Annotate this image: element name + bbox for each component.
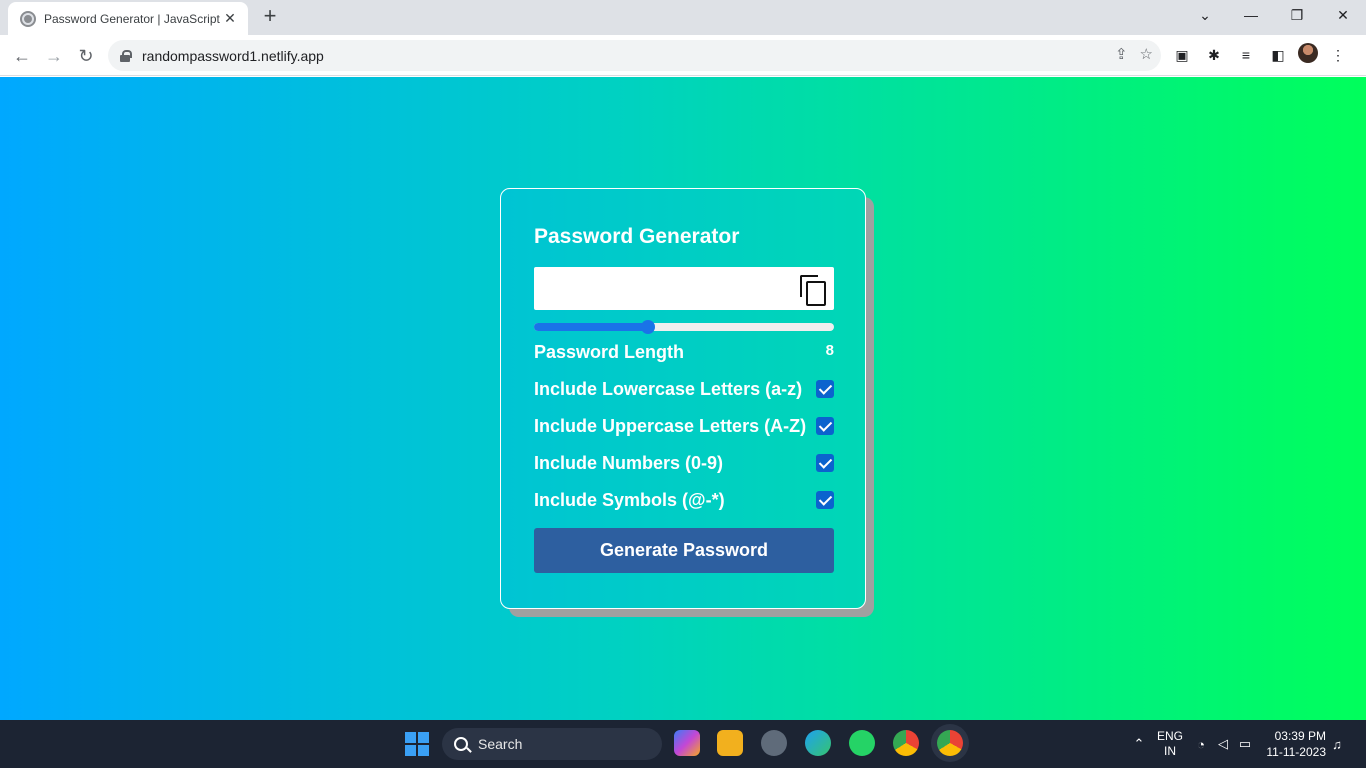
chevron-up-icon[interactable]: ⌃	[1128, 736, 1150, 752]
lock-icon[interactable]	[120, 49, 132, 62]
tab-title: Password Generator | JavaScript	[44, 11, 220, 26]
option-label: Include Lowercase Letters (a-z)	[534, 378, 803, 399]
address-bar[interactable]: randompassword1.netlify.app ⇪ ☆	[108, 40, 1161, 71]
length-label: Password Length	[534, 341, 685, 362]
search-icon	[454, 737, 468, 751]
option-label: Include Symbols (@-*)	[534, 489, 725, 510]
option-symbols: Include Symbols (@-*)	[534, 489, 834, 511]
settings-gear-icon[interactable]	[761, 730, 787, 756]
profile-avatar[interactable]	[1298, 43, 1318, 63]
lang-line1: ENG	[1156, 729, 1183, 743]
share-icon[interactable]: ⇪	[1115, 45, 1128, 63]
close-tab-icon[interactable]: ✕	[222, 10, 238, 27]
media-control-icon[interactable]: ≡	[1234, 43, 1258, 67]
system-tray: ⌃ ENG IN ◔ ◁ ▭ 03:39 PM 11-11-2023 ♫	[1128, 720, 1366, 768]
option-numbers: Include Numbers (0-9)	[534, 452, 834, 474]
restore-button[interactable]: ❐	[1274, 0, 1320, 30]
option-label: Include Numbers (0-9)	[534, 452, 724, 473]
browser-tab[interactable]: Password Generator | JavaScript ✕	[8, 2, 248, 35]
page-background: Password Generator Password Length 8 Inc…	[0, 77, 1366, 720]
numbers-checkbox[interactable]	[816, 454, 834, 472]
time-text: 03:39 PM	[1274, 729, 1326, 743]
tab-search-icon[interactable]: ⌄	[1182, 0, 1228, 30]
clock[interactable]: 03:39 PM 11-11-2023	[1256, 728, 1326, 760]
whatsapp-icon[interactable]	[849, 730, 875, 756]
taskbar-search[interactable]: Search	[442, 728, 662, 760]
new-tab-button[interactable]: +	[258, 5, 282, 29]
volume-icon[interactable]: ◁	[1212, 736, 1234, 752]
notification-bell-icon[interactable]: ♫	[1326, 737, 1348, 752]
symbols-checkbox[interactable]	[816, 491, 834, 509]
browser-toolbar: ← → ↻ randompassword1.netlify.app ⇪ ☆ ▣ …	[0, 35, 1366, 76]
language-indicator[interactable]: ENG IN	[1150, 729, 1190, 759]
edge-browser-icon[interactable]	[805, 730, 831, 756]
slider-fill	[534, 323, 648, 331]
bookmark-star-icon[interactable]: ☆	[1140, 45, 1153, 63]
uppercase-checkbox[interactable]	[816, 417, 834, 435]
copilot-app-icon[interactable]	[674, 730, 700, 756]
option-label: Include Uppercase Letters (A-Z)	[534, 415, 807, 436]
reload-button[interactable]: ↻	[73, 43, 99, 69]
menu-kebab-icon[interactable]: ⋮	[1326, 43, 1350, 67]
app-title: Password Generator	[534, 225, 740, 248]
start-windows-icon[interactable]	[405, 732, 429, 756]
picture-in-picture-icon[interactable]: ▣	[1170, 43, 1194, 67]
file-explorer-icon[interactable]	[717, 730, 743, 756]
windows-taskbar: Search ⌃ ENG IN ◔ ◁ ▭ 03:39 PM 11-11-202…	[0, 720, 1366, 768]
chrome-profile-active-icon[interactable]	[937, 730, 963, 756]
password-generator-card: Password Generator Password Length 8 Inc…	[500, 188, 866, 609]
lowercase-checkbox[interactable]	[816, 380, 834, 398]
date-text: 11-11-2023	[1266, 745, 1326, 759]
copy-icon[interactable]	[800, 275, 826, 306]
back-button[interactable]: ←	[9, 43, 35, 69]
side-panel-icon[interactable]: ◧	[1266, 43, 1290, 67]
battery-icon[interactable]: ▭	[1234, 736, 1256, 752]
slider-thumb[interactable]	[641, 320, 655, 334]
generate-password-button[interactable]: Generate Password	[534, 528, 834, 573]
lang-line2: IN	[1164, 744, 1176, 758]
option-uppercase: Include Uppercase Letters (A-Z)	[534, 415, 834, 437]
length-slider[interactable]	[534, 320, 834, 334]
wifi-icon[interactable]: ◔	[1190, 737, 1212, 752]
extensions-icon[interactable]: ✱	[1202, 43, 1226, 67]
length-value: 8	[825, 341, 834, 359]
globe-icon	[20, 10, 36, 27]
minimize-button[interactable]: —	[1228, 0, 1274, 30]
option-lowercase: Include Lowercase Letters (a-z)	[534, 378, 834, 400]
close-window-button[interactable]: ✕	[1320, 0, 1366, 30]
password-output-field[interactable]	[534, 267, 834, 310]
forward-button[interactable]: →	[41, 43, 67, 69]
browser-tab-bar: Password Generator | JavaScript ✕ + ⌄ — …	[0, 0, 1366, 35]
url-text[interactable]: randompassword1.netlify.app	[142, 48, 324, 64]
length-row: Password Length 8	[534, 341, 834, 363]
search-placeholder: Search	[478, 736, 523, 752]
chrome-icon[interactable]	[893, 730, 919, 756]
